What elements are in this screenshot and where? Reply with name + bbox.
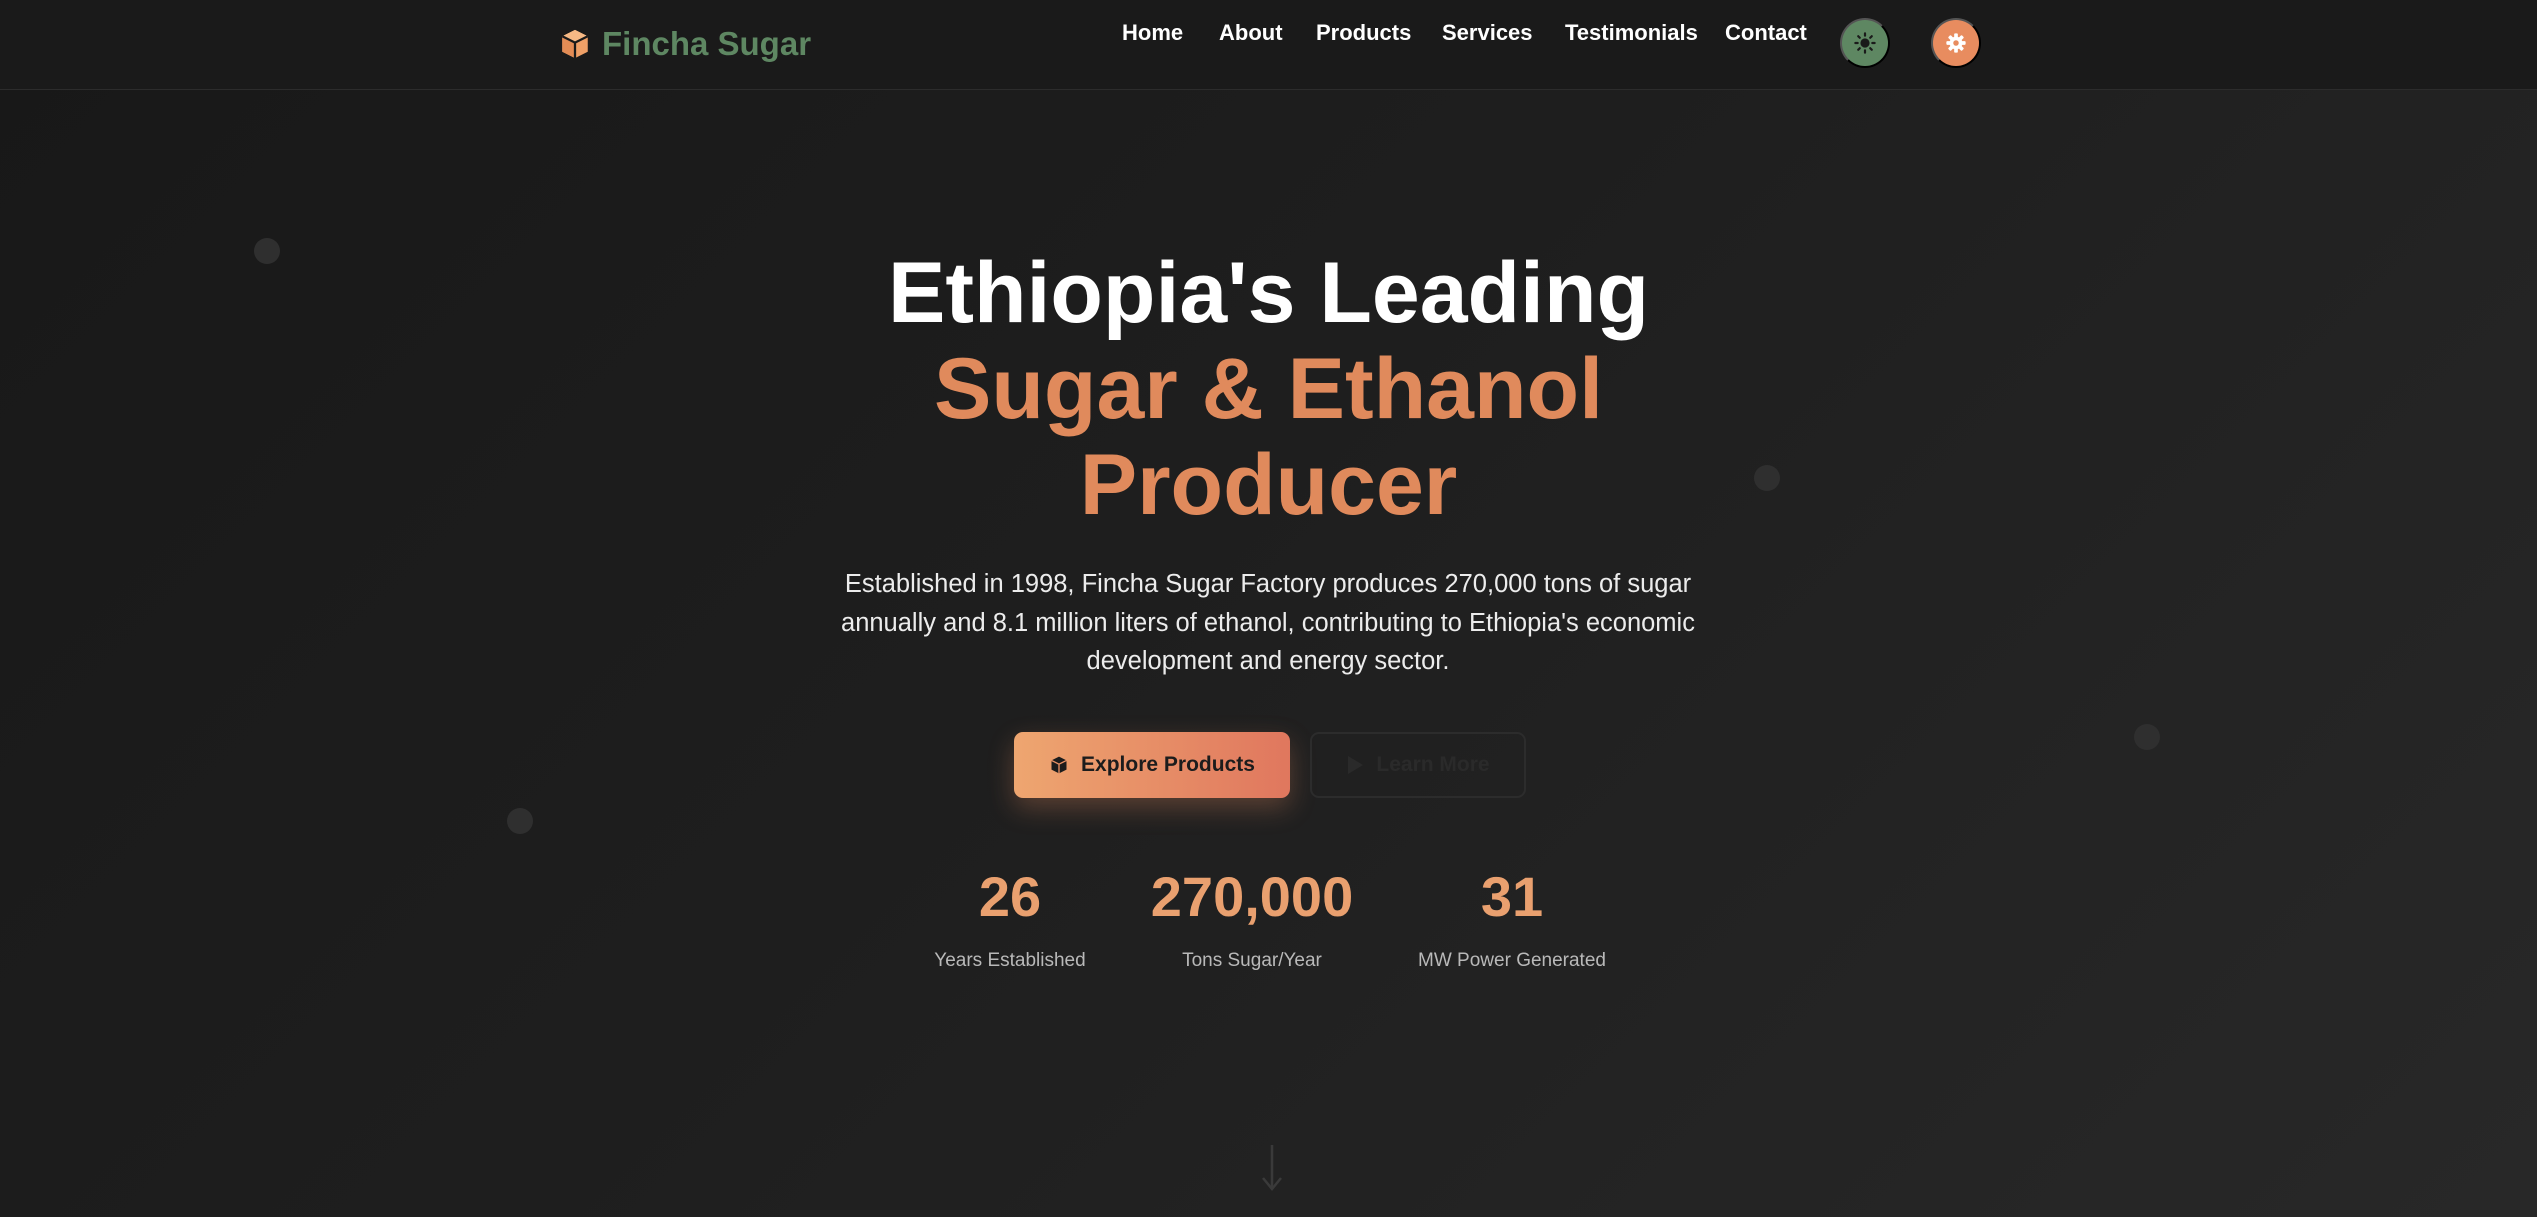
hero-title-highlight: Sugar & Ethanol xyxy=(934,341,1603,437)
hero-title-line: Ethiopia's Leading xyxy=(887,245,1650,341)
stat-value: 270,000 xyxy=(1150,865,1354,928)
settings-button[interactable] xyxy=(1931,18,1981,68)
nav-link-services[interactable]: Services xyxy=(1442,20,1533,46)
nav-link-contact[interactable]: Contact xyxy=(1725,20,1807,46)
sun-icon xyxy=(1854,32,1876,54)
theme-toggle-button[interactable] xyxy=(1840,18,1890,68)
decorative-dot xyxy=(2134,724,2160,750)
learn-more-button[interactable]: Learn More xyxy=(1310,732,1526,798)
nav-link-home[interactable]: Home xyxy=(1122,20,1183,46)
explore-products-label: Explore Products xyxy=(1081,753,1255,776)
cube-icon xyxy=(561,29,589,59)
gear-icon xyxy=(1946,33,1966,53)
navbar: Fincha Sugar Home About Products Service… xyxy=(0,0,2537,90)
stat-value: 26 xyxy=(978,865,1042,928)
hero-title-highlight: Producer xyxy=(1079,437,1458,533)
nav-link-products[interactable]: Products xyxy=(1316,20,1411,46)
stat-mw-power: 31 MW Power Generated xyxy=(1402,862,1622,972)
hero-description: Established in 1998, Fincha Sugar Factor… xyxy=(841,570,1695,675)
stat-label: MW Power Generated xyxy=(1418,950,1606,971)
brand-logo-link[interactable]: Fincha Sugar xyxy=(558,22,811,66)
nav-link-about[interactable]: About xyxy=(1219,20,1283,46)
brand-name: Fincha Sugar xyxy=(602,25,812,62)
stat-label: Tons Sugar/Year xyxy=(1182,950,1322,971)
cube-icon xyxy=(1051,756,1067,774)
stat-label: Years Established xyxy=(934,950,1086,971)
stat-years-established: 26 Years Established xyxy=(910,862,1110,972)
explore-products-button[interactable]: Explore Products xyxy=(1014,732,1290,798)
learn-more-label: Learn More xyxy=(1376,753,1490,776)
hero-title: Ethiopia's Leading Sugar & Ethanol Produ… xyxy=(0,245,2537,533)
arrow-down-icon[interactable] xyxy=(1258,1143,1286,1193)
stat-tons-sugar: 270,000 Tons Sugar/Year xyxy=(1132,862,1372,972)
play-icon xyxy=(1348,756,1364,774)
stat-value: 31 xyxy=(1480,865,1544,928)
decorative-dot xyxy=(507,808,533,834)
nav-link-testimonials[interactable]: Testimonials xyxy=(1565,20,1698,46)
